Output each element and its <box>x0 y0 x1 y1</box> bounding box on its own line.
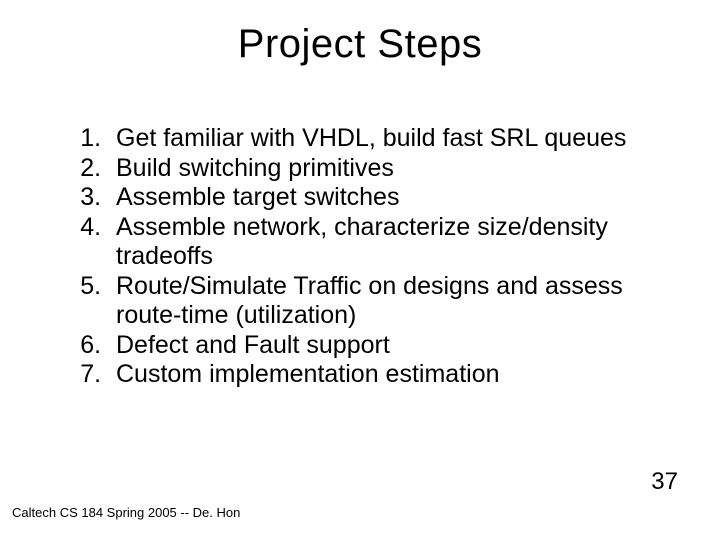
list-item: Route/Simulate Traffic on designs and as… <box>108 272 680 331</box>
slide: Project Steps Get familiar with VHDL, bu… <box>0 0 720 540</box>
steps-list: Get familiar with VHDL, build fast SRL q… <box>40 124 680 390</box>
list-item: Assemble network, characterize size/dens… <box>108 213 680 272</box>
list-item: Defect and Fault support <box>108 331 680 361</box>
list-item: Build switching primitives <box>108 154 680 184</box>
slide-title: Project Steps <box>0 22 720 67</box>
list-item: Get familiar with VHDL, build fast SRL q… <box>108 124 680 154</box>
slide-footer: Caltech CS 184 Spring 2005 -- De. Hon <box>12 505 240 520</box>
list-item: Custom implementation estimation <box>108 360 680 390</box>
list-item: Assemble target switches <box>108 183 680 213</box>
page-number: 37 <box>651 468 678 496</box>
slide-content: Get familiar with VHDL, build fast SRL q… <box>40 124 680 390</box>
